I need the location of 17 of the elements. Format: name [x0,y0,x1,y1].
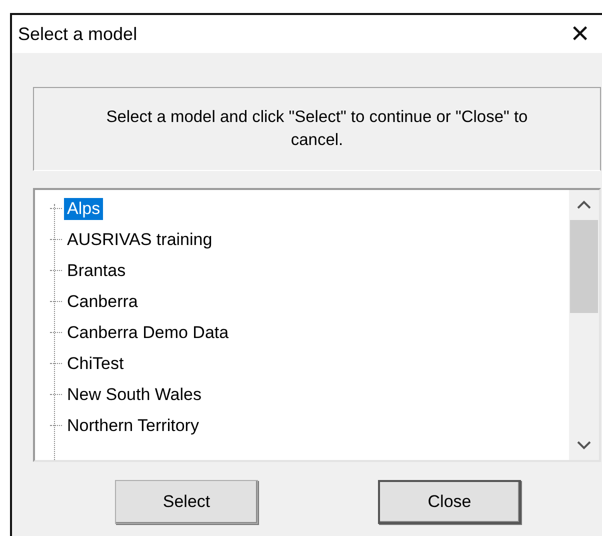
instruction-text: Select a model and click "Select" to continue or "Close" to cancel. [33,87,601,171]
tree-item[interactable]: AUSRIVAS training [64,228,216,250]
close-button[interactable]: ✕ [566,20,594,48]
scroll-up-icon[interactable] [577,200,591,210]
scroll-down-icon[interactable] [577,440,591,450]
dialog-button[interactable]: Close [378,480,521,524]
tree-item[interactable]: Northern Territory [64,414,202,436]
tree-item[interactable]: Alps [64,198,104,220]
tree-item[interactable]: Canberra [64,290,141,312]
tree-item[interactable]: Canberra Demo Data [64,322,232,344]
scrollbar[interactable] [569,190,599,460]
tree-item[interactable]: ChiTest [64,352,127,374]
tree-item[interactable]: New South Wales [64,384,204,406]
tree-item[interactable]: Brantas [64,260,129,282]
scroll-thumb[interactable] [570,220,598,313]
dialog-button[interactable]: Select [115,480,258,524]
window-title: Select a model [18,24,138,44]
